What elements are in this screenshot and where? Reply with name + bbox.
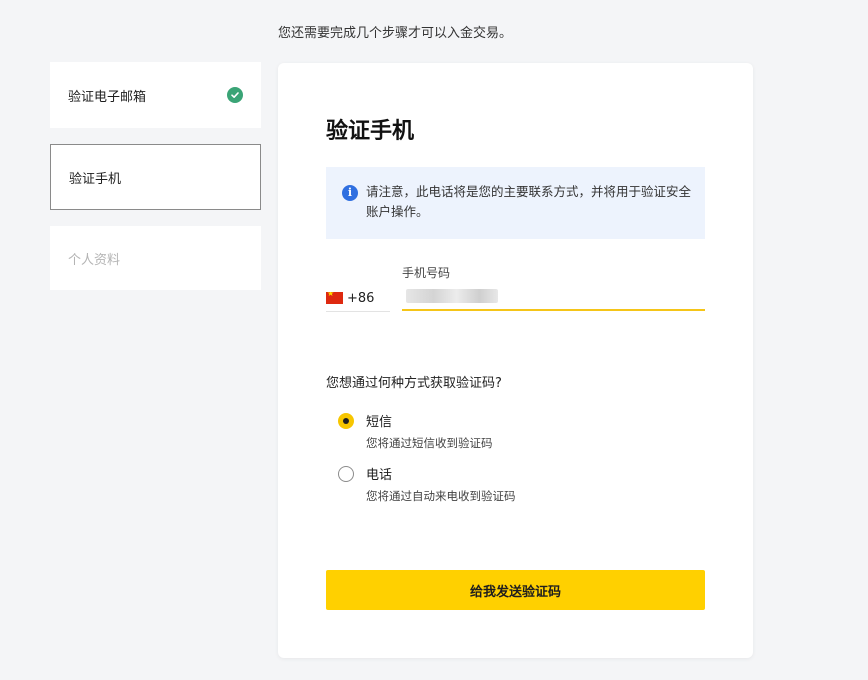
send-code-button[interactable]: 给我发送验证码 — [326, 570, 705, 610]
step-label: 个人资料 — [68, 252, 121, 268]
sms-option-desc: 您将通过短信收到验证码 — [366, 436, 493, 450]
call-option-title[interactable]: 电话 — [366, 464, 392, 483]
call-radio[interactable] — [338, 466, 354, 482]
step-personal-info: 个人资料 — [50, 226, 261, 290]
step-verify-email[interactable]: 验证电子邮箱 — [50, 62, 261, 128]
step-label: 验证手机 — [69, 171, 122, 187]
china-flag-icon — [326, 292, 343, 304]
page: 您还需要完成几个步骤才可以入金交易。 验证电子邮箱 验证手机 个人资料 验证手机… — [0, 0, 868, 680]
step-verify-phone[interactable]: 验证手机 — [50, 144, 261, 210]
info-notice: i 请注意，此电话将是您的主要联系方式，并将用于验证安全账户操作。 — [326, 167, 705, 239]
page-title: 验证手机 — [326, 119, 415, 144]
sms-option-title[interactable]: 短信 — [366, 411, 392, 430]
info-icon: i — [342, 185, 358, 201]
step-label: 验证电子邮箱 — [68, 89, 147, 105]
call-option-desc: 您将通过自动来电收到验证码 — [366, 489, 516, 503]
notice-text: 请注意，此电话将是您的主要联系方式，并将用于验证安全账户操作。 — [366, 184, 692, 219]
country-code-selector[interactable]: +86 — [326, 285, 390, 312]
sms-radio[interactable] — [338, 413, 354, 429]
steps-remaining-note: 您还需要完成几个步骤才可以入金交易。 — [278, 26, 513, 41]
country-code: +86 — [347, 290, 375, 306]
verify-phone-card: 验证手机 i 请注意，此电话将是您的主要联系方式，并将用于验证安全账户操作。 +… — [278, 63, 753, 658]
redacted-phone-number — [406, 289, 498, 303]
delivery-method-question: 您想通过何种方式获取验证码? — [326, 376, 502, 391]
phone-number-label: 手机号码 — [402, 266, 451, 280]
check-circle-icon — [227, 87, 243, 103]
